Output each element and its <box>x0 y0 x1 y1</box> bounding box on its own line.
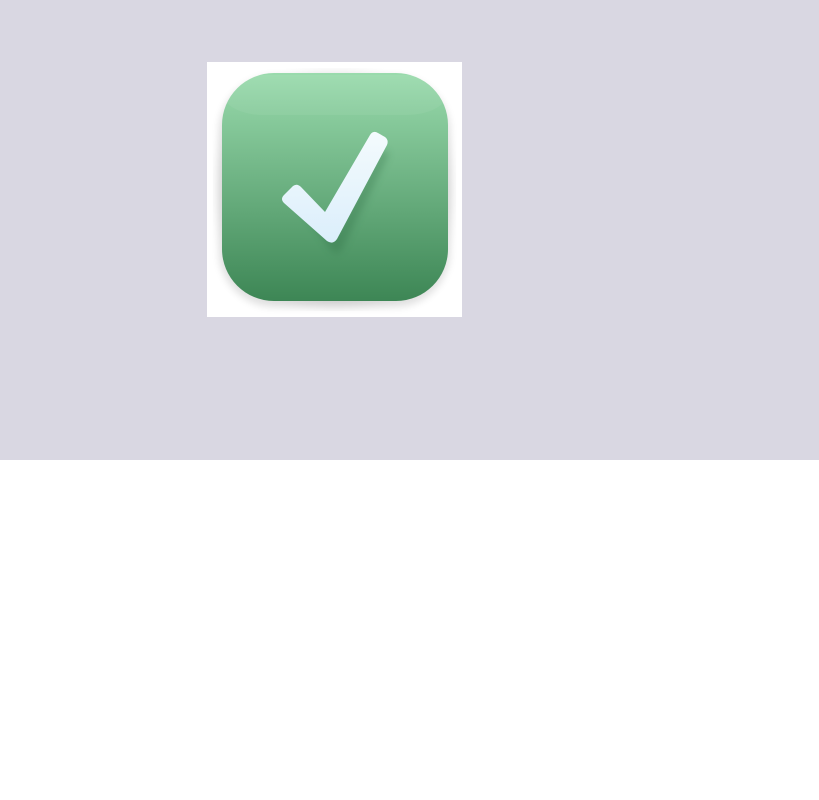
app-icon-frame <box>207 62 462 317</box>
blank-area <box>0 460 819 800</box>
icon-highlight <box>224 75 446 115</box>
checkmark-icon <box>213 68 456 311</box>
